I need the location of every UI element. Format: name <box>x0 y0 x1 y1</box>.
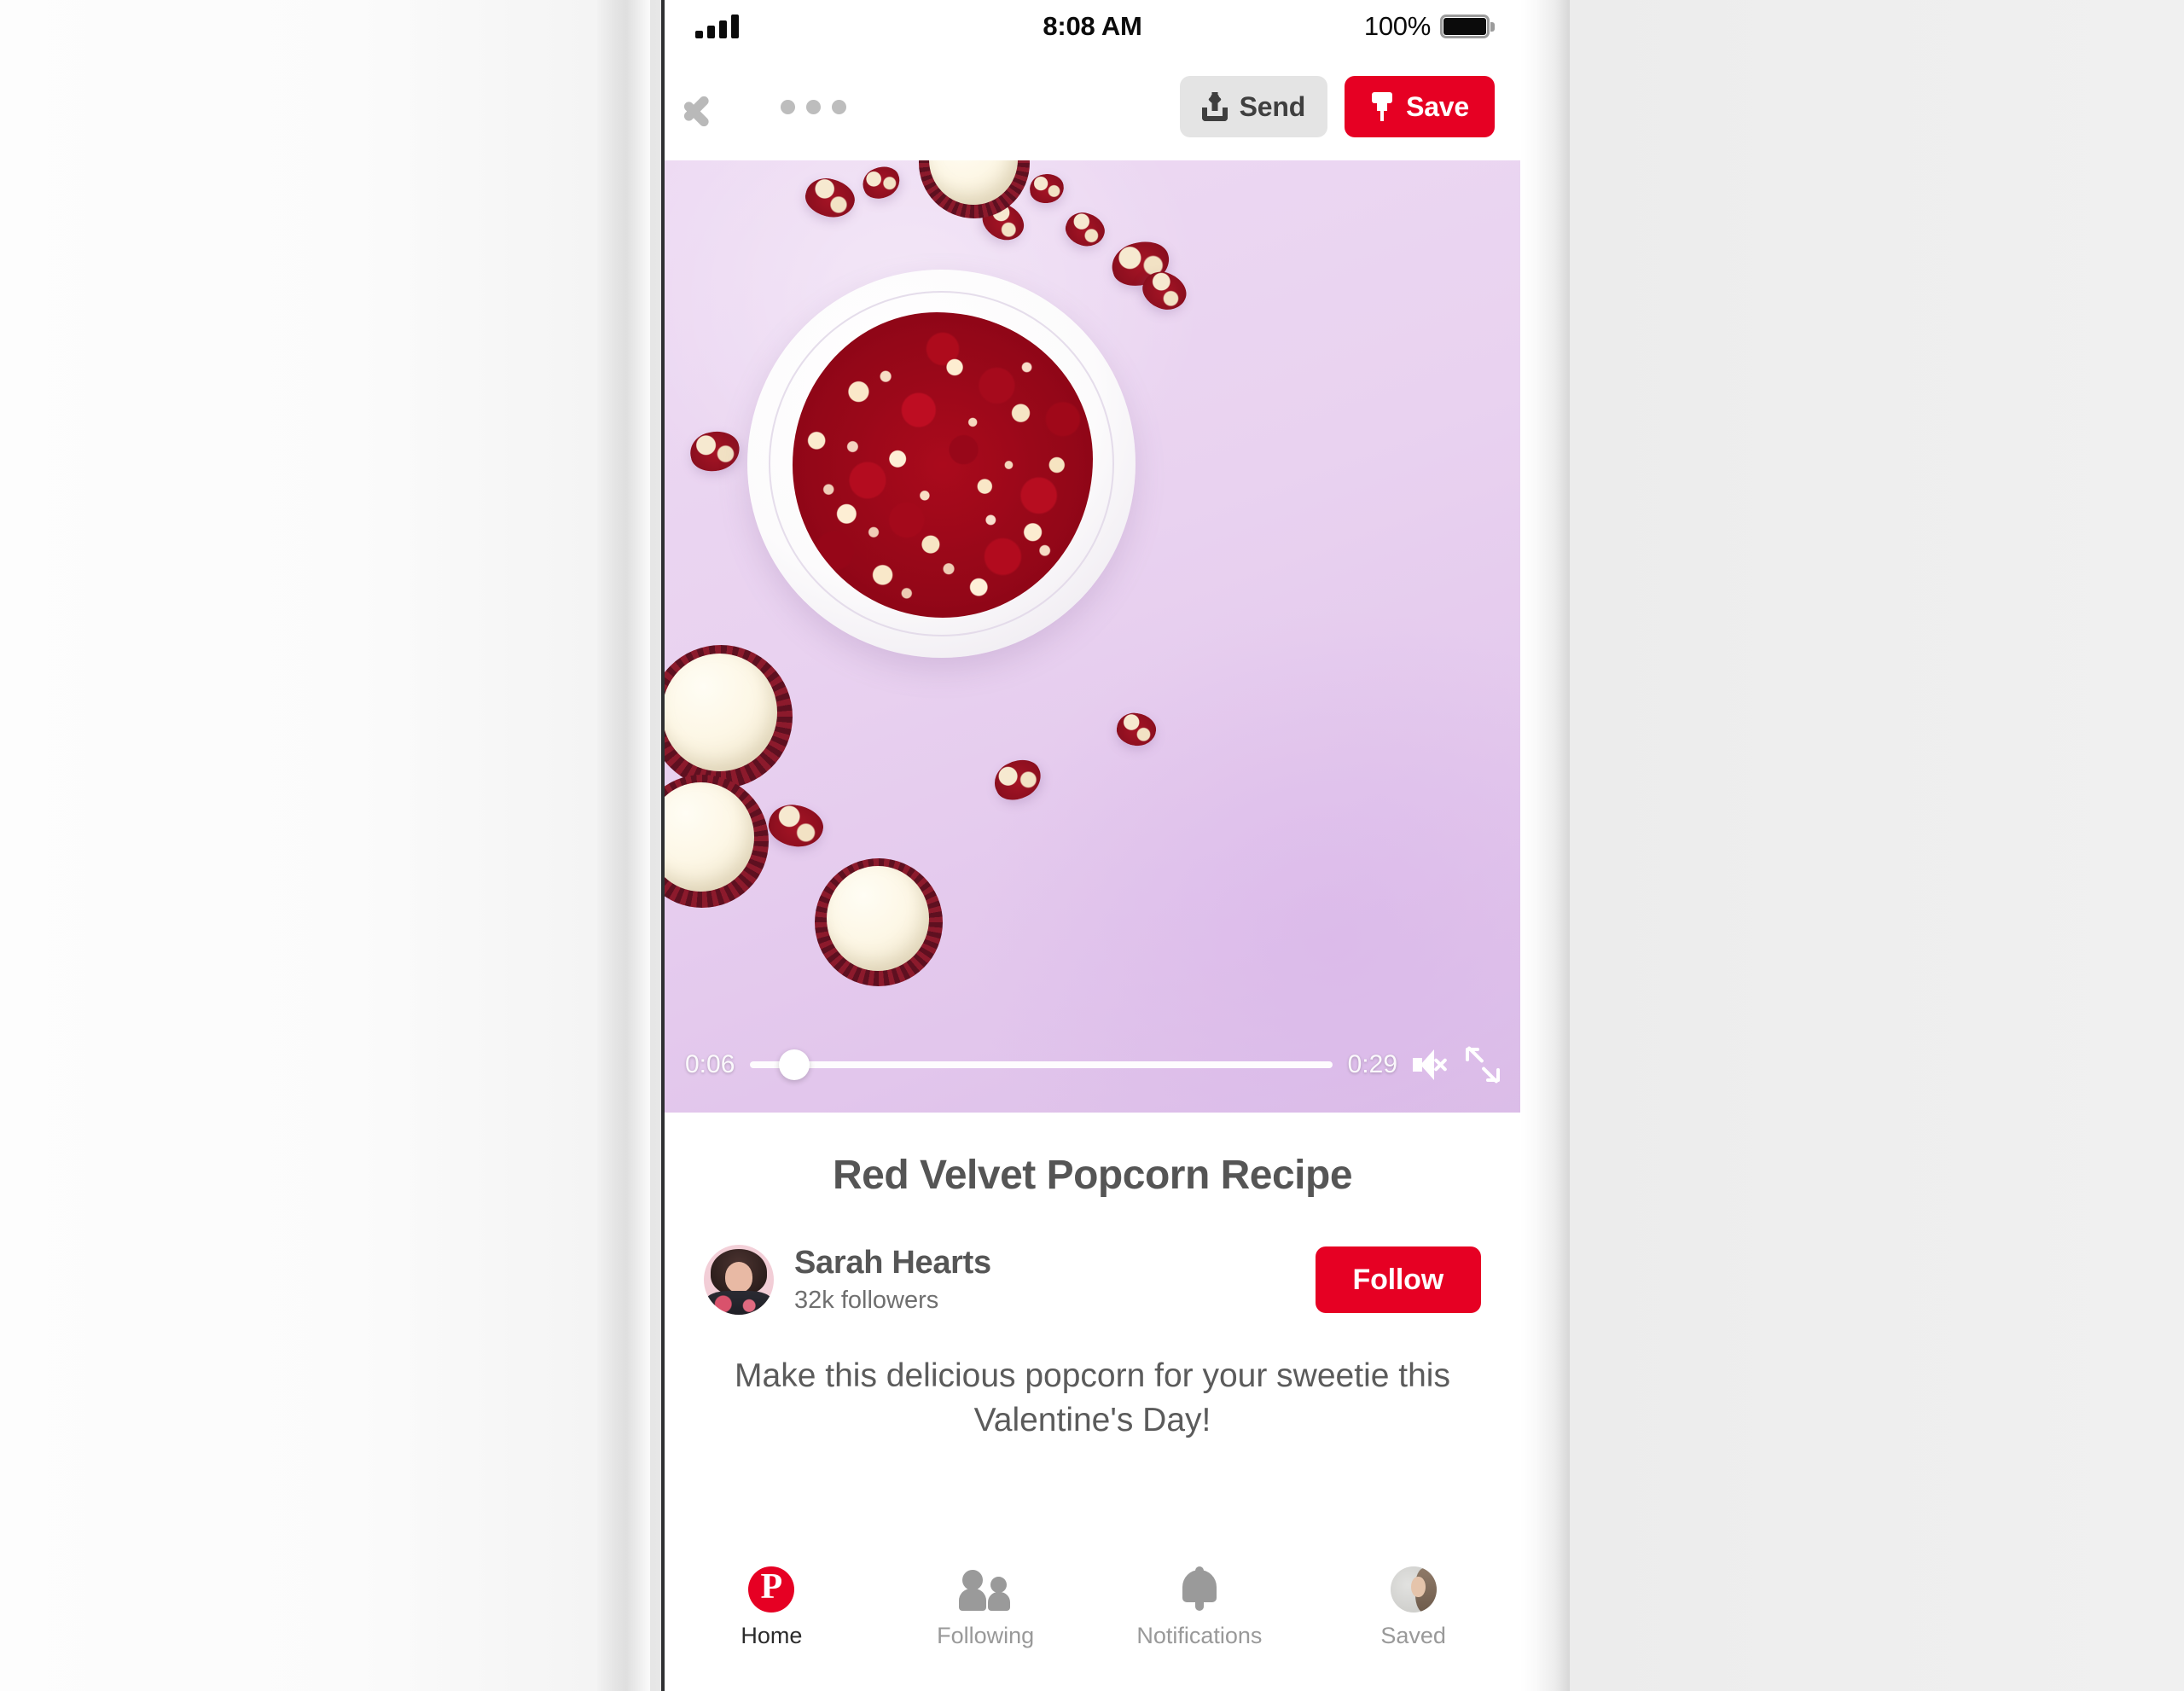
status-bar-time: 8:08 AM <box>1043 11 1142 41</box>
save-button[interactable]: Save <box>1345 76 1495 137</box>
screenshot-scene: 8:08 AM 100% Send Save 0:06 0:29 Red Vel… <box>0 0 2184 1691</box>
video-progress-bar[interactable] <box>750 1049 1333 1080</box>
people-icon <box>959 1566 1012 1613</box>
author-row: Sarah Hearts 32k followers Follow <box>704 1245 1481 1315</box>
author-name: Sarah Hearts <box>794 1245 991 1281</box>
video-progress-knob[interactable] <box>778 1049 810 1080</box>
phone-device-frame: 8:08 AM 100% Send Save 0:06 0:29 Red Vel… <box>650 0 1570 1691</box>
battery-full-icon <box>1440 15 1495 38</box>
nav-actions-group: Send Save <box>1179 76 1495 137</box>
pinterest-logo-icon: P <box>748 1566 795 1613</box>
author-avatar[interactable] <box>704 1245 774 1315</box>
video-player[interactable]: 0:06 0:29 <box>665 160 1520 1113</box>
send-button[interactable]: Send <box>1179 76 1328 137</box>
pin-description: Make this delicious popcorn for your swe… <box>735 1357 1450 1439</box>
speaker-mute-icon[interactable] <box>1413 1049 1450 1080</box>
follow-button[interactable]: Follow <box>1315 1246 1481 1313</box>
video-controls: 0:06 0:29 <box>665 1039 1520 1090</box>
video-frame-image <box>665 160 1520 1113</box>
tab-notifications[interactable]: Notifications <box>1093 1566 1307 1649</box>
video-current-time: 0:06 <box>685 1050 735 1078</box>
device-right-rim <box>1520 0 1570 1691</box>
back-chevron-icon[interactable] <box>697 81 743 132</box>
expand-fullscreen-icon[interactable] <box>1466 1045 1500 1084</box>
profile-avatar-icon <box>1390 1566 1437 1613</box>
top-nav-bar: Send Save <box>665 53 1520 160</box>
page-title: Red Velvet Popcorn Recipe <box>832 1153 1353 1198</box>
more-options-icon[interactable] <box>781 99 846 114</box>
video-duration: 0:29 <box>1347 1050 1397 1078</box>
bell-icon <box>1179 1566 1220 1613</box>
background-left-surface <box>0 0 597 1691</box>
status-bar: 8:08 AM 100% <box>665 0 1520 53</box>
popcorn-mound <box>793 312 1093 618</box>
tab-following[interactable]: Following <box>879 1566 1093 1649</box>
author-meta: Sarah Hearts 32k followers <box>794 1245 991 1315</box>
send-button-label: Send <box>1239 90 1306 122</box>
pushpin-icon <box>1370 92 1394 121</box>
cupcake <box>815 858 943 986</box>
background-gap-shadow <box>597 0 650 1691</box>
share-upload-icon <box>1201 92 1228 121</box>
phone-screen: 8:08 AM 100% Send Save 0:06 0:29 Red Vel… <box>665 0 1520 1691</box>
tab-saved[interactable]: Saved <box>1306 1566 1520 1649</box>
tab-home[interactable]: P Home <box>665 1566 879 1649</box>
tab-saved-label: Saved <box>1380 1623 1446 1648</box>
tab-notifications-label: Notifications <box>1136 1623 1263 1648</box>
background-right-surface <box>1570 0 2184 1691</box>
save-button-label: Save <box>1406 90 1469 122</box>
bottom-tab-bar: P Home Following Notifications Saved <box>665 1554 1520 1691</box>
tab-home-label: Home <box>741 1623 803 1648</box>
author-followers: 32k followers <box>794 1287 939 1314</box>
pin-details-section: Red Velvet Popcorn Recipe Sarah Hearts 3… <box>665 1113 1520 1444</box>
tab-following-label: Following <box>937 1623 1035 1648</box>
